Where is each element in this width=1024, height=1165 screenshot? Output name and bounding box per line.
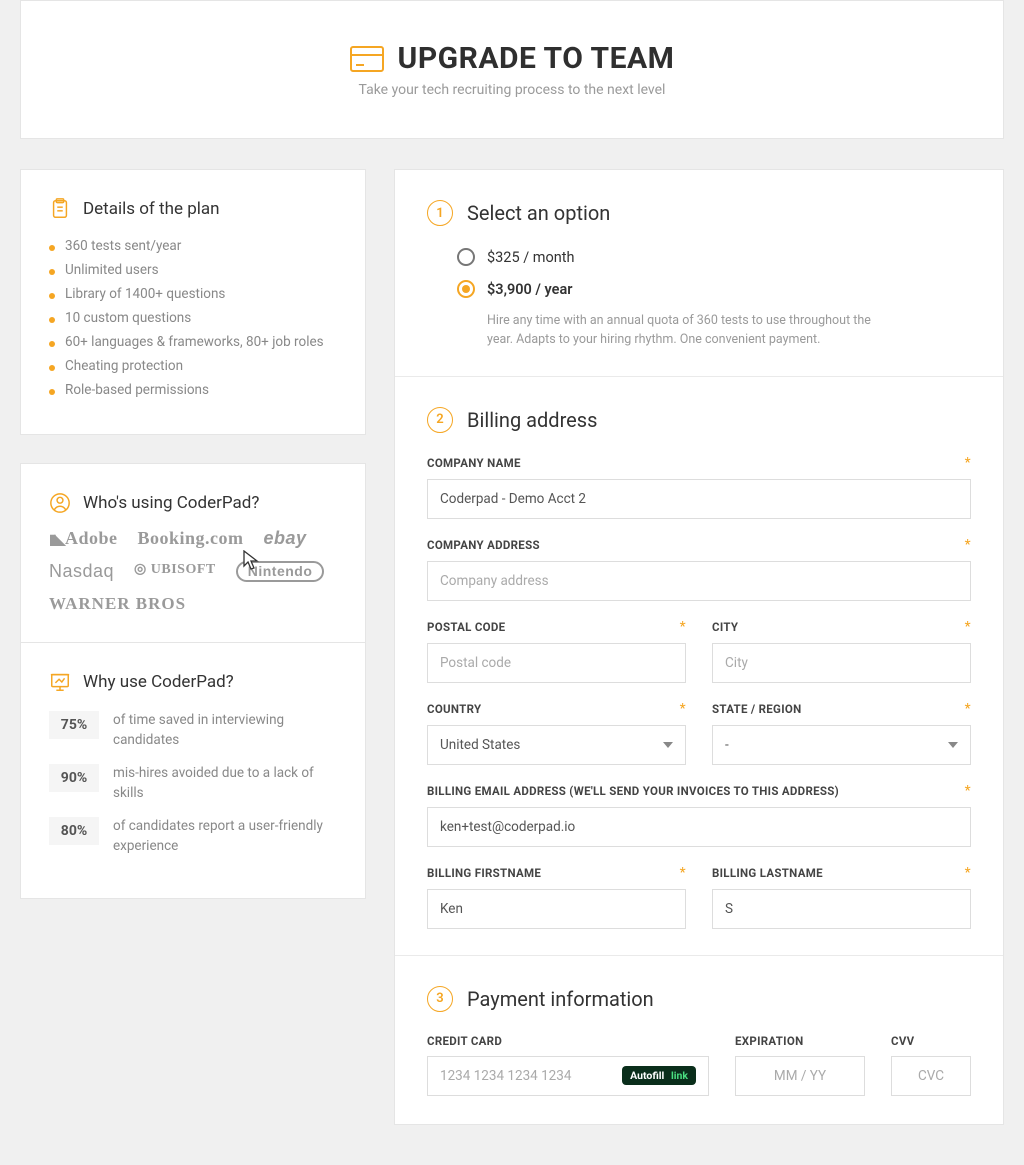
plan-description: Hire any time with an annual quota of 36… bbox=[457, 312, 887, 350]
expiration-label: EXPIRATION bbox=[735, 1034, 803, 1048]
stat-row: 80% of candidates report a user-friendly… bbox=[49, 817, 337, 856]
logo-booking: Booking.com bbox=[138, 528, 244, 549]
plan-option-monthly[interactable]: $325 / month bbox=[457, 248, 971, 266]
billing-lastname-label: BILLING LASTNAME bbox=[712, 866, 823, 880]
credit-card-input[interactable]: 1234 1234 1234 1234 Autofill link bbox=[427, 1056, 709, 1096]
postal-code-input[interactable] bbox=[427, 643, 686, 683]
plan-feature: 360 tests sent/year bbox=[49, 238, 337, 254]
logo-nintendo: Nintendo bbox=[236, 561, 325, 582]
stat-value: 75% bbox=[49, 711, 99, 739]
country-select[interactable]: United States bbox=[427, 725, 686, 765]
plan-details-title: Details of the plan bbox=[83, 199, 220, 219]
user-icon bbox=[49, 492, 71, 514]
state-value: - bbox=[725, 737, 729, 753]
step-payment-info: 3 Payment information CREDIT CARD 1234 1… bbox=[395, 955, 1003, 1124]
country-value: United States bbox=[440, 737, 520, 753]
credit-card-icon bbox=[350, 46, 384, 72]
page-header: UPGRADE TO TEAM Take your tech recruitin… bbox=[20, 0, 1004, 139]
stat-text: of time saved in interviewing candidates bbox=[113, 711, 337, 750]
state-select[interactable]: - bbox=[712, 725, 971, 765]
clipboard-icon bbox=[49, 198, 71, 220]
country-label: COUNTRY bbox=[427, 702, 481, 716]
customers-card: Who's using CoderPad? Adobe Booking.com … bbox=[20, 463, 366, 899]
expiration-input[interactable] bbox=[735, 1056, 865, 1096]
stat-row: 90% mis-hires avoided due to a lack of s… bbox=[49, 764, 337, 803]
plan-option-yearly[interactable]: $3,900 / year bbox=[457, 280, 971, 298]
required-indicator: * bbox=[680, 619, 686, 635]
postal-code-label: POSTAL CODE bbox=[427, 620, 505, 634]
chevron-down-icon bbox=[948, 742, 958, 748]
company-name-input[interactable] bbox=[427, 479, 971, 519]
plan-feature: Unlimited users bbox=[49, 262, 337, 278]
step-billing-address: 2 Billing address COMPANY NAME * COMPANY … bbox=[395, 376, 1003, 959]
logo-ebay: ebay bbox=[264, 528, 307, 549]
plan-details-card: Details of the plan 360 tests sent/year … bbox=[20, 169, 366, 435]
autofill-link-badge[interactable]: Autofill link bbox=[622, 1066, 696, 1085]
plan-option-label: $325 / month bbox=[487, 249, 575, 266]
page-title: UPGRADE TO TEAM bbox=[398, 41, 675, 76]
step-number: 3 bbox=[427, 986, 453, 1012]
page-subtitle: Take your tech recruiting process to the… bbox=[41, 82, 983, 98]
plan-feature: Role-based permissions bbox=[49, 382, 337, 398]
plan-feature: Library of 1400+ questions bbox=[49, 286, 337, 302]
billing-email-input[interactable] bbox=[427, 807, 971, 847]
cvv-label: CVV bbox=[891, 1034, 914, 1048]
cvv-input[interactable] bbox=[891, 1056, 971, 1096]
plan-features-list: 360 tests sent/year Unlimited users Libr… bbox=[49, 238, 337, 398]
logo-adobe: Adobe bbox=[49, 528, 118, 549]
plan-feature: Cheating protection bbox=[49, 358, 337, 374]
company-name-label: COMPANY NAME bbox=[427, 456, 521, 470]
stat-text: of candidates report a user-friendly exp… bbox=[113, 817, 337, 856]
step-select-option: 1 Select an option $325 / month $3,900 /… bbox=[395, 170, 1003, 380]
plan-feature: 10 custom questions bbox=[49, 310, 337, 326]
why-title: Why use CoderPad? bbox=[83, 672, 234, 692]
step-number: 1 bbox=[427, 200, 453, 226]
required-indicator: * bbox=[965, 455, 971, 471]
state-label: STATE / REGION bbox=[712, 702, 802, 716]
required-indicator: * bbox=[965, 865, 971, 881]
step-title: Select an option bbox=[467, 201, 610, 225]
radio-icon bbox=[457, 248, 475, 266]
stat-value: 80% bbox=[49, 817, 99, 845]
presentation-icon bbox=[49, 671, 71, 693]
company-address-input[interactable] bbox=[427, 561, 971, 601]
logo-nasdaq: Nasdaq bbox=[49, 561, 114, 582]
step-title: Billing address bbox=[467, 408, 597, 432]
stat-text: mis-hires avoided due to a lack of skill… bbox=[113, 764, 337, 803]
checkout-form: 1 Select an option $325 / month $3,900 /… bbox=[394, 169, 1004, 1125]
chevron-down-icon bbox=[663, 742, 673, 748]
credit-card-label: CREDIT CARD bbox=[427, 1034, 502, 1048]
plan-option-label: $3,900 / year bbox=[487, 281, 572, 298]
company-address-label: COMPANY ADDRESS bbox=[427, 538, 540, 552]
step-title: Payment information bbox=[467, 987, 654, 1011]
stat-value: 90% bbox=[49, 764, 99, 792]
billing-firstname-label: BILLING FIRSTNAME bbox=[427, 866, 541, 880]
city-label: CITY bbox=[712, 620, 738, 634]
required-indicator: * bbox=[965, 701, 971, 717]
plan-feature: 60+ languages & frameworks, 80+ job role… bbox=[49, 334, 337, 350]
required-indicator: * bbox=[680, 701, 686, 717]
required-indicator: * bbox=[965, 619, 971, 635]
logo-warner: WARNER BROS bbox=[49, 594, 186, 614]
billing-lastname-input[interactable] bbox=[712, 889, 971, 929]
radio-icon bbox=[457, 280, 475, 298]
stat-row: 75% of time saved in interviewing candid… bbox=[49, 711, 337, 750]
billing-email-label: BILLING EMAIL ADDRESS (WE'LL SEND YOUR I… bbox=[427, 784, 839, 798]
credit-card-placeholder: 1234 1234 1234 1234 bbox=[440, 1068, 571, 1084]
logo-ubisoft: UBISOFT bbox=[134, 561, 216, 582]
city-input[interactable] bbox=[712, 643, 971, 683]
required-indicator: * bbox=[680, 865, 686, 881]
billing-firstname-input[interactable] bbox=[427, 889, 686, 929]
step-number: 2 bbox=[427, 407, 453, 433]
required-indicator: * bbox=[965, 537, 971, 553]
customers-title: Who's using CoderPad? bbox=[83, 493, 259, 513]
required-indicator: * bbox=[965, 783, 971, 799]
